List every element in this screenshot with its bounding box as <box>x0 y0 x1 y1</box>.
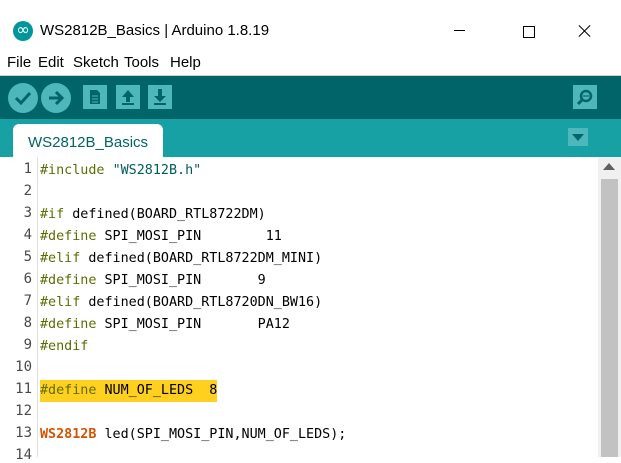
line-number: 1 <box>23 161 32 177</box>
line-number: 9 <box>23 337 32 353</box>
serial-monitor-button[interactable] <box>573 85 597 109</box>
line-number: 5 <box>23 249 32 265</box>
upload-button[interactable] <box>41 83 71 113</box>
window-title: WS2812B_Basics | Arduino 1.8.19 <box>40 22 270 39</box>
save-icon <box>154 89 166 105</box>
code-line-4: #define SPI_MOSI_PIN 11 <box>40 229 282 244</box>
chevron-down-icon <box>572 134 584 141</box>
menu-file[interactable]: File <box>7 54 31 71</box>
upload-icon <box>49 90 65 106</box>
line-number: 6 <box>23 271 32 287</box>
minimize-button[interactable] <box>437 12 483 50</box>
gutter-divider <box>37 157 38 457</box>
code-line-7: #elif defined(BOARD_RTL8720DN_BW16) <box>40 295 323 310</box>
vertical-scrollbar[interactable] <box>598 157 621 457</box>
tab-menu-button[interactable] <box>568 128 588 146</box>
tab-bar: WS2812B_Basics <box>0 119 621 157</box>
tab-ws2812b-basics[interactable]: WS2812B_Basics <box>13 124 163 157</box>
line-number: 10 <box>15 359 32 375</box>
tab-label: WS2812B_Basics <box>27 134 149 151</box>
line-number: 13 <box>15 425 32 441</box>
arduino-logo-icon <box>13 20 33 41</box>
line-number: 4 <box>23 227 32 243</box>
scrollbar-thumb[interactable] <box>601 179 618 457</box>
serial-monitor-icon <box>576 89 593 106</box>
code-line-3: #if defined(BOARD_RTL8722DM) <box>40 207 266 222</box>
menu-edit[interactable]: Edit <box>38 54 64 71</box>
verify-button[interactable] <box>8 83 38 113</box>
menu-bar: File Edit Sketch Tools Help <box>0 50 621 76</box>
menu-tools[interactable]: Tools <box>124 54 159 71</box>
menu-help[interactable]: Help <box>170 54 201 71</box>
code-line-8: #define SPI_MOSI_PIN PA12 <box>40 317 290 332</box>
code-editor[interactable]: 1 2 3 4 5 6 7 8 9 10 11 12 13 14 #includ… <box>0 157 598 463</box>
code-line-1: #include "WS2812B.h" <box>40 163 202 178</box>
code-line-5: #elif defined(BOARD_RTL8722DM_MINI) <box>40 251 323 266</box>
line-number: 3 <box>23 205 32 221</box>
new-button[interactable] <box>83 85 107 109</box>
line-number: 7 <box>23 293 32 309</box>
close-button[interactable] <box>561 12 607 50</box>
code-line-6: #define SPI_MOSI_PIN 9 <box>40 273 266 288</box>
title-bar: WS2812B_Basics | Arduino 1.8.19 <box>0 0 621 50</box>
line-number: 14 <box>15 447 32 463</box>
open-button[interactable] <box>116 85 140 109</box>
line-number: 11 <box>15 381 32 397</box>
maximize-icon <box>523 26 535 38</box>
line-number: 8 <box>23 315 32 331</box>
line-number: 12 <box>15 403 32 419</box>
line-number-gutter: 1 2 3 4 5 6 7 8 9 10 11 12 13 14 <box>0 157 35 463</box>
maximize-button[interactable] <box>506 12 552 50</box>
menu-sketch[interactable]: Sketch <box>73 54 119 71</box>
verify-icon <box>14 91 32 106</box>
scroll-up-icon[interactable] <box>603 163 615 170</box>
code-line-9: #endif <box>40 339 89 354</box>
save-button[interactable] <box>148 85 172 109</box>
minimize-icon <box>454 30 465 31</box>
code-line-11-highlighted: #define NUM_OF_LEDS 8 <box>40 380 218 402</box>
open-icon <box>122 90 134 105</box>
toolbar <box>0 76 621 119</box>
code-line-13: WS2812B led(SPI_MOSI_PIN,NUM_OF_LEDS); <box>40 427 347 442</box>
new-icon <box>90 90 100 104</box>
line-number: 2 <box>23 183 32 199</box>
